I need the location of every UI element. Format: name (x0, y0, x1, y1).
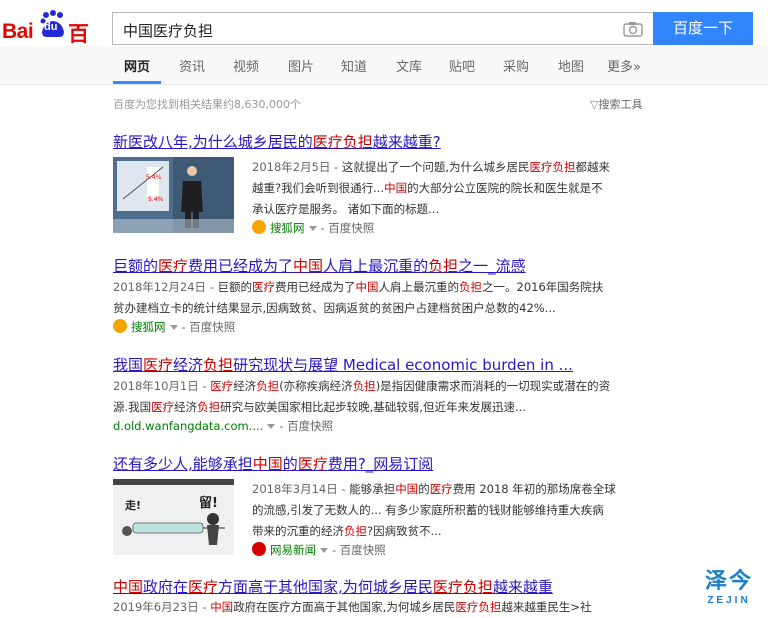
result-3-source[interactable]: d.old.wanfangdata.com.... - 百度快照 (113, 418, 333, 434)
svg-text:5.4%: 5.4% (146, 174, 162, 181)
svg-text:5.4%: 5.4% (148, 196, 164, 203)
result-3-title[interactable]: 我国医疗经济负担研究现状与展望 Medical economic burden … (113, 354, 573, 375)
search-tools[interactable]: ▽搜索工具 (590, 96, 642, 112)
cache-link[interactable]: - 百度快照 (182, 320, 236, 334)
result-1-title[interactable]: 新医改八年,为什么城乡居民的医疗负担越来越重? (113, 131, 441, 152)
tab-images[interactable]: 图片 (288, 56, 314, 75)
tab-purchase[interactable]: 采购 (503, 56, 529, 75)
watermark-logo: 泽今 ZEJIN (704, 569, 753, 606)
cache-link[interactable]: - 百度快照 (321, 221, 375, 235)
cache-link[interactable]: - 百度快照 (332, 543, 386, 557)
tab-map[interactable]: 地图 (558, 56, 584, 75)
result-1-snippet: 2018年2月5日 - 这就提出了一个问题,为什么城乡居民医疗负担都越来 越重?… (252, 160, 611, 216)
result-1-thumbnail[interactable]: 5.4% 5.4% (113, 157, 234, 233)
cache-link[interactable]: - 百度快照 (279, 419, 333, 433)
nav-tabs-bar: 网页 资讯 视频 图片 知道 文库 贴吧 采购 地图 更多» (0, 46, 768, 85)
cartoon-image: 走! 留! (113, 479, 234, 555)
dropdown-arrow-icon[interactable] (169, 325, 178, 330)
result-5-title[interactable]: 中国政府在医疗方面高于其他国家,为何城乡居民医疗负担越来越重 (113, 576, 553, 597)
tab-more[interactable]: 更多» (607, 56, 641, 75)
sohu-favicon-icon (252, 220, 266, 234)
logo-bai-text: Bai (2, 20, 34, 43)
result-count: 百度为您找到相关结果约8,630,000个 (113, 98, 301, 111)
result-3-snippet: 2018年10月1日 - 医疗经济负担(亦称疾病经济负担)是指因健康需求而消耗的… (113, 379, 611, 414)
svg-text:留!: 留! (199, 495, 218, 511)
tab-web[interactable]: 网页 (124, 56, 150, 75)
dropdown-arrow-icon[interactable] (267, 424, 276, 429)
result-2-source[interactable]: 搜狐网 - 百度快照 (113, 319, 235, 335)
result-1-source[interactable]: 搜狐网 - 百度快照 (252, 220, 374, 236)
result-4-thumbnail[interactable]: 走! 留! (113, 479, 234, 555)
search-button[interactable]: 百度一下 (653, 12, 753, 45)
baidu-logo[interactable]: Bai du 百度 (2, 8, 106, 76)
active-tab-indicator (113, 81, 161, 84)
camera-icon[interactable] (623, 21, 643, 37)
dropdown-arrow-icon[interactable] (308, 226, 317, 231)
tab-news[interactable]: 资讯 (179, 56, 205, 75)
tab-zhidao[interactable]: 知道 (341, 56, 367, 75)
sohu-favicon-icon (113, 319, 127, 333)
netease-favicon-icon (252, 542, 266, 556)
result-2-title[interactable]: 巨额的医疗费用已经成为了中国人肩上最沉重的负担之一_流感 (113, 255, 526, 276)
result-2-snippet: 2018年12月24日 - 巨额的医疗费用已经成为了中国人肩上最沉重的负担之一。… (113, 280, 604, 315)
result-4-source[interactable]: 网易新闻 - 百度快照 (252, 542, 386, 558)
tab-tieba[interactable]: 贴吧 (449, 56, 475, 75)
tab-wenku[interactable]: 文库 (396, 56, 422, 75)
result-4-snippet: 2018年3月14日 - 能够承担中国的医疗费用 2018 年初的那场席卷全球 … (252, 482, 616, 538)
presenter-image: 5.4% 5.4% (113, 157, 234, 233)
search-tools-label: 搜索工具 (598, 98, 643, 111)
dropdown-arrow-icon[interactable] (320, 548, 328, 553)
search-box[interactable] (112, 12, 653, 45)
result-4-title[interactable]: 还有多少人,能够承担中国的医疗费用?_网易订阅 (113, 453, 433, 474)
svg-text:走!: 走! (124, 498, 141, 512)
tab-video[interactable]: 视频 (233, 56, 259, 75)
search-input[interactable] (121, 19, 605, 41)
logo-du-text: du (44, 21, 58, 33)
